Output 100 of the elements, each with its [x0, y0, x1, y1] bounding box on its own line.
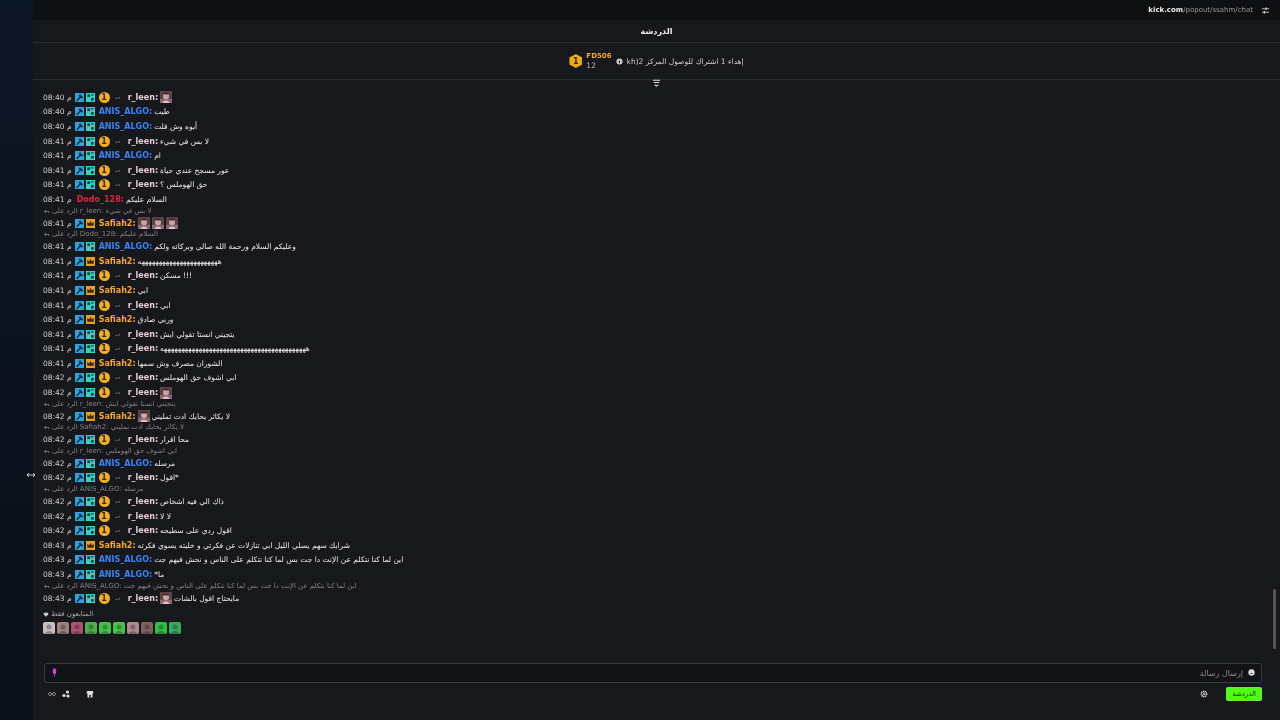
og-badge-icon — [85, 122, 95, 131]
username[interactable]: Safiah2: — [98, 358, 136, 368]
tag-icon — [114, 500, 121, 504]
reply-arrow-icon — [43, 232, 50, 238]
username[interactable]: ANIS_ALGO: — [98, 151, 153, 161]
username[interactable]: r_leen: — [127, 435, 159, 445]
hammer-badge-icon — [74, 435, 84, 445]
username[interactable]: r_leen: — [127, 344, 159, 354]
username[interactable]: r_leen: — [127, 329, 159, 339]
reply-arrow-icon — [43, 425, 50, 431]
reply-arrow-icon — [43, 208, 50, 214]
hammer-badge-icon — [74, 242, 84, 252]
username[interactable]: ANIS_ALGO: — [98, 570, 153, 579]
avatar[interactable] — [43, 622, 55, 635]
subscriber-badge: 1 — [98, 91, 110, 103]
scrollbar[interactable] — [1273, 589, 1276, 649]
username[interactable]: Safiah2: — [98, 256, 136, 266]
store-icon[interactable] — [86, 690, 94, 698]
avatar[interactable] — [155, 622, 167, 635]
microphone-icon[interactable] — [52, 668, 57, 677]
username[interactable]: r_leen: — [127, 271, 159, 281]
chevron-down-icon[interactable] — [652, 79, 661, 87]
og-badge-icon — [85, 435, 95, 445]
username[interactable]: ANIS_ALGO: — [98, 122, 153, 131]
username[interactable]: ANIS_ALGO: — [98, 555, 153, 565]
avatar[interactable] — [85, 622, 97, 635]
username[interactable]: Safiah2: — [98, 218, 136, 228]
dots-icon[interactable] — [62, 690, 70, 698]
username[interactable]: r_leen: — [127, 526, 159, 536]
username[interactable]: r_leen: — [127, 92, 159, 102]
tag-icon — [114, 438, 121, 442]
hammer-badge-icon — [74, 300, 84, 310]
og-badge-icon — [85, 473, 95, 483]
avatar[interactable] — [127, 622, 139, 635]
avatar[interactable] — [99, 622, 111, 635]
emoji-icon[interactable] — [1248, 669, 1255, 676]
username[interactable]: Dodo_128: — [76, 194, 124, 204]
username[interactable]: Safiah2: — [98, 540, 136, 550]
tag-icon — [114, 332, 121, 336]
tag-icon — [114, 95, 121, 99]
username[interactable]: ANIS_ALGO: — [98, 242, 153, 252]
og-badge-icon — [85, 180, 95, 190]
hammer-badge-icon — [74, 271, 84, 281]
og-badge-icon — [85, 165, 95, 175]
tag-icon — [114, 183, 121, 187]
crown-badge-icon — [85, 285, 95, 295]
username[interactable]: r_leen: — [127, 373, 159, 383]
subscriber-badge: 1 — [98, 164, 110, 176]
subscriber-badge: 1 — [98, 510, 110, 522]
hammer-badge-icon — [74, 411, 84, 421]
hammer-badge-icon — [74, 329, 84, 339]
username[interactable]: r_leen: — [127, 511, 159, 521]
subscriber-badge: 1 — [98, 135, 110, 147]
username[interactable]: Safiah2: — [98, 315, 136, 325]
crown-badge-icon — [85, 540, 95, 550]
username[interactable]: r_leen: — [127, 165, 159, 175]
settings-icon[interactable] — [1200, 690, 1209, 698]
avatar[interactable] — [113, 622, 125, 635]
tag-icon — [114, 347, 121, 351]
tag-icon — [114, 596, 121, 600]
chat-title: الدردشة — [640, 26, 673, 36]
username[interactable]: ANIS_ALGO: — [98, 458, 153, 468]
og-badge-icon — [85, 271, 95, 281]
hammer-badge-icon — [74, 388, 84, 398]
crown-badge-icon — [85, 411, 95, 421]
hammer-badge-icon — [74, 344, 84, 354]
og-badge-icon — [85, 373, 95, 383]
username[interactable]: r_leen: — [127, 388, 159, 398]
infinity-icon[interactable] — [48, 690, 56, 698]
subscriber-badge: 1 — [98, 472, 110, 484]
reply-arrow-icon — [43, 401, 50, 407]
og-badge-icon — [85, 593, 95, 603]
og-badge-icon — [85, 458, 95, 468]
username[interactable]: ANIS_ALGO: — [98, 107, 153, 117]
resize-icon[interactable] — [26, 472, 36, 478]
hammer-badge-icon — [74, 526, 84, 536]
username[interactable]: Safiah2: — [98, 411, 136, 421]
og-badge-icon — [85, 136, 95, 146]
username[interactable]: r_leen: — [127, 497, 159, 507]
message-input[interactable]: إرسال رسالة — [44, 663, 1262, 683]
subscriber-badge: 1 — [98, 525, 110, 537]
hammer-badge-icon — [74, 92, 84, 102]
username[interactable]: r_leen: — [127, 180, 159, 190]
avatar[interactable] — [169, 622, 181, 635]
subscriber-badge: 1 — [98, 328, 110, 340]
username[interactable]: r_leen: — [127, 473, 159, 483]
og-badge-icon — [85, 497, 95, 507]
username[interactable]: r_leen: — [127, 300, 159, 310]
avatar[interactable] — [57, 622, 69, 635]
tag-icon — [114, 168, 121, 172]
tag-icon — [114, 391, 121, 395]
username[interactable]: r_leen: — [127, 593, 159, 603]
og-badge-icon — [85, 151, 95, 161]
hammer-badge-icon — [74, 180, 84, 190]
tag-icon — [114, 476, 121, 480]
username[interactable]: Safiah2: — [98, 285, 136, 295]
username[interactable]: r_leen: — [127, 136, 159, 146]
hammer-badge-icon — [74, 358, 84, 368]
sliders-icon[interactable] — [1261, 6, 1270, 14]
subscriber-badge: 1 — [98, 179, 110, 191]
